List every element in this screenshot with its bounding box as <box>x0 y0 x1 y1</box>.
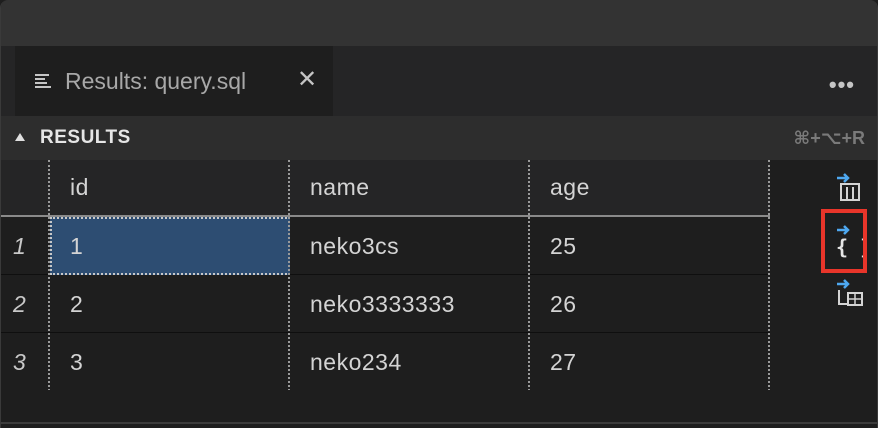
table-cell[interactable]: 27 <box>530 333 770 391</box>
row-number[interactable]: 3 <box>1 333 49 391</box>
row-number[interactable]: 2 <box>1 275 49 333</box>
column-divider <box>768 160 770 391</box>
column-divider <box>528 160 530 391</box>
table-cell[interactable]: 25 <box>530 217 770 275</box>
results-grid: id name age 1 1 neko3cs 25 2 2 neko33333… <box>1 160 877 428</box>
table-cell[interactable]: 26 <box>530 275 770 333</box>
tab-label: Results: query.sql <box>65 68 247 94</box>
more-actions-icon[interactable]: ••• <box>829 72 855 98</box>
table-cell[interactable]: 3 <box>50 333 290 391</box>
table-row: 1 1 neko3cs 25 <box>1 217 770 275</box>
table-cell[interactable]: 2 <box>50 275 290 333</box>
save-as-excel-icon[interactable] <box>835 278 865 310</box>
column-divider <box>288 160 290 391</box>
highlight-annotation <box>821 209 867 273</box>
table-cell-selected[interactable]: 1 <box>50 217 290 275</box>
table-cell[interactable]: neko3cs <box>290 217 530 275</box>
table-cell[interactable]: neko3333333 <box>290 275 530 333</box>
list-icon <box>35 74 51 90</box>
column-divider <box>48 160 50 391</box>
editor-tab-bar: Results: query.sql ✕ ••• <box>1 46 877 116</box>
collapse-arrow-icon[interactable] <box>15 133 25 141</box>
table-header-row: id name age <box>1 160 770 217</box>
table-row: 2 2 neko3333333 26 <box>1 275 770 333</box>
close-icon[interactable]: ✕ <box>297 65 317 94</box>
results-panel-header[interactable]: RESULTS ⌘+⌥+R <box>1 116 877 160</box>
tab-results-query[interactable]: Results: query.sql ✕ <box>15 46 333 116</box>
table-row: 3 3 neko234 27 <box>1 333 770 391</box>
column-header-name[interactable]: name <box>290 160 530 215</box>
results-window: Results: query.sql ✕ ••• RESULTS ⌘+⌥+R i… <box>0 0 878 428</box>
column-header-id[interactable]: id <box>50 160 290 215</box>
bottom-divider <box>1 422 877 424</box>
panel-title: RESULTS <box>40 127 131 148</box>
keyboard-shortcut: ⌘+⌥+R <box>793 128 865 148</box>
column-header-age[interactable]: age <box>530 160 770 215</box>
table-cell[interactable]: neko234 <box>290 333 530 391</box>
title-bar <box>1 0 877 46</box>
row-number[interactable]: 1 <box>1 217 49 275</box>
save-as-csv-icon[interactable] <box>835 172 865 204</box>
